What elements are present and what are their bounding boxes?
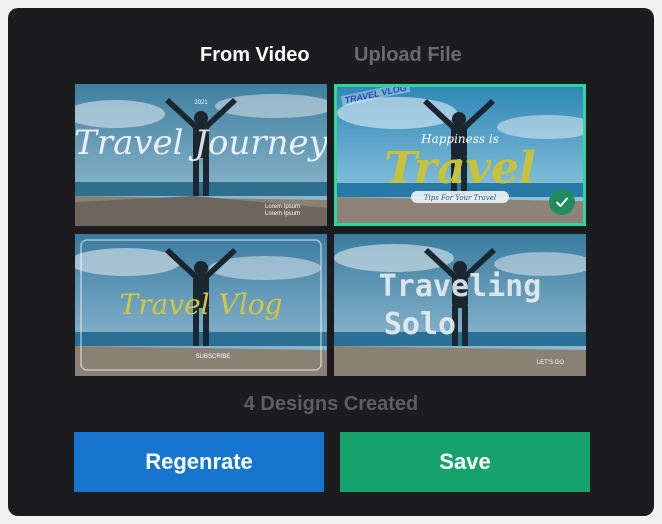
design-3-caption: SUBSCRIBE [196,354,231,360]
thumbnail-scene-image: Traveling Solo LET'S GO [334,234,586,376]
design-thumbnail-3[interactable]: Travel Vlog SUBSCRIBE [75,234,327,376]
design-1-label: 2021 [194,100,208,106]
design-1-title: Travel Journey [75,123,327,163]
check-icon [549,189,575,215]
designs-count-label: 4 Designs Created [243,393,419,415]
design-1-subtitle: Lorem Ipsum Lorem Ipsum [265,204,300,217]
tab-from-video[interactable]: From Video [200,44,310,67]
design-panel: From Video Upload File Travel Journey 20… [8,8,654,516]
design-3-title: Travel Vlog [120,288,283,321]
design-2-title: Travel [384,143,536,194]
design-4-caption: LET'S GO [537,360,564,366]
regenerate-button[interactable]: Regenrate [74,432,324,492]
design-4-title-line1: Traveling [379,269,542,304]
tab-upload-file[interactable]: Upload File [354,44,462,67]
design-thumbnail-4[interactable]: Traveling Solo LET'S GO [334,234,586,376]
save-button[interactable]: Save [340,432,590,492]
design-2-tagline: Tips For Your Travel [424,194,496,202]
thumbnail-scene-image: Travel Vlog SUBSCRIBE [75,234,327,376]
design-4-title-line2: Solo [384,307,456,342]
thumbnail-scene-image: Travel Journey 2021 Lorem Ipsum Lorem Ips… [75,84,327,226]
design-thumbnail-1[interactable]: Travel Journey 2021 Lorem Ipsum Lorem Ips… [75,84,327,226]
design-thumbnail-2[interactable]: Happiness is Travel Tips For Your Travel… [334,84,586,226]
thumbnail-scene-image: Happiness is Travel Tips For Your Travel [337,87,583,223]
